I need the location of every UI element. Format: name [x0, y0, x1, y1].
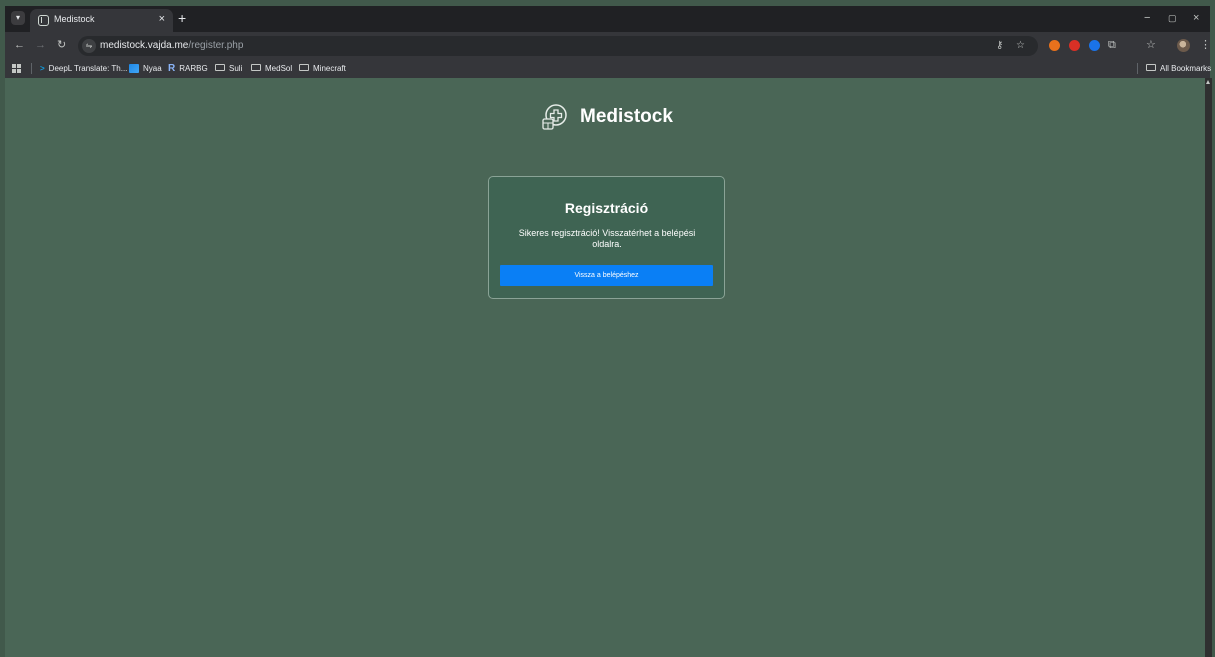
bookmark-label: Nyaa — [143, 64, 162, 73]
folder-icon — [215, 64, 225, 72]
bookmarks-divider — [1137, 63, 1138, 74]
url-text[interactable]: medistock.vajda.me/register.php — [100, 40, 243, 51]
back-arrow-icon[interactable]: ← — [14, 38, 25, 52]
brand-name: Medistock — [580, 106, 673, 127]
bookmark-deepl[interactable]: > DeepL Translate: Th... — [40, 63, 127, 75]
bookmark-label: Minecraft — [313, 64, 346, 73]
folder-icon — [1146, 64, 1156, 72]
page-viewport: Medistock Regisztráció Sikeres regisztrá… — [5, 78, 1205, 657]
bookmarks-panel-icon[interactable]: ☆ — [1146, 38, 1156, 52]
url-path: /register.php — [188, 40, 244, 51]
bookmark-star-icon[interactable]: ☆ — [1016, 40, 1025, 52]
back-to-login-button[interactable]: Vissza a belépéshez — [500, 265, 713, 286]
bookmark-label: MedSol — [265, 64, 293, 73]
brand-header: Medistock — [540, 102, 673, 132]
extensions-puzzle-icon[interactable]: ⧉ — [1108, 38, 1116, 52]
bookmark-label: Suli — [229, 64, 243, 73]
tab-close-icon[interactable]: × — [159, 13, 165, 25]
bookmark-medsol[interactable]: MedSol — [251, 63, 292, 75]
minimize-icon[interactable]: − — [1144, 12, 1150, 24]
success-message: Sikeres regisztráció! Visszatérhet a bel… — [518, 228, 696, 249]
browser-toolbar: ← → ↻ ⇋ medistock.vajda.me/register.php … — [5, 32, 1211, 60]
all-bookmarks[interactable]: All Bookmarks — [1146, 63, 1211, 75]
extension-red-icon[interactable] — [1069, 40, 1080, 51]
all-bookmarks-label: All Bookmarks — [1160, 64, 1212, 73]
bookmark-label: DeepL Translate: Th... — [48, 64, 128, 74]
bookmark-suli[interactable]: Suli — [215, 63, 242, 75]
extension-blue-icon[interactable] — [1089, 40, 1100, 51]
forward-arrow-icon[interactable]: → — [35, 38, 46, 52]
bookmark-rarbg[interactable]: R RARBG — [168, 63, 208, 75]
bookmarks-bar: > DeepL Translate: Th... Nyaa R RARBG Suli… — [5, 60, 1211, 78]
bookmark-minecraft[interactable]: Minecraft — [299, 63, 346, 75]
scroll-up-arrow-icon[interactable] — [1206, 80, 1210, 84]
folder-icon — [251, 64, 261, 72]
bookmark-label: RARBG — [179, 64, 208, 74]
page-scrollbar[interactable] — [1205, 78, 1212, 657]
apps-grid-icon[interactable] — [12, 64, 21, 73]
rarbg-icon: R — [168, 63, 176, 74]
medical-box-icon — [542, 104, 567, 130]
medistock-favicon-icon — [38, 15, 49, 26]
tab-medistock[interactable]: Medistock × — [30, 9, 173, 32]
restore-icon[interactable]: ▢ — [1168, 12, 1177, 24]
close-window-icon[interactable]: × — [1193, 12, 1199, 24]
folder-icon — [299, 64, 309, 72]
deepl-icon: > — [40, 64, 45, 73]
nyaa-icon — [129, 64, 139, 74]
new-tab-icon[interactable]: + — [178, 11, 186, 25]
reload-icon[interactable]: ↻ — [57, 38, 66, 52]
tab-strip: ▾ Medistock × + − ▢ × — [5, 6, 1210, 32]
password-key-icon[interactable]: ⚷ — [996, 40, 1003, 52]
bookmark-nyaa[interactable]: Nyaa — [129, 63, 162, 75]
card-title: Regisztráció — [564, 200, 649, 216]
profile-avatar[interactable] — [1177, 39, 1190, 52]
site-info-icon[interactable]: ⇋ — [82, 39, 96, 53]
menu-kebab-icon[interactable]: ⋮ — [1200, 38, 1211, 52]
address-bar[interactable]: ⇋ medistock.vajda.me/register.php ⚷ ☆ — [78, 36, 1038, 56]
registration-card: Regisztráció Sikeres regisztráció! Vissz… — [488, 176, 725, 299]
extension-orange-icon[interactable] — [1049, 40, 1060, 51]
url-host: medistock.vajda.me — [100, 40, 189, 51]
bookmarks-divider — [31, 63, 32, 74]
tab-search-icon[interactable]: ▾ — [11, 11, 25, 25]
tab-title: Medistock — [54, 14, 95, 24]
